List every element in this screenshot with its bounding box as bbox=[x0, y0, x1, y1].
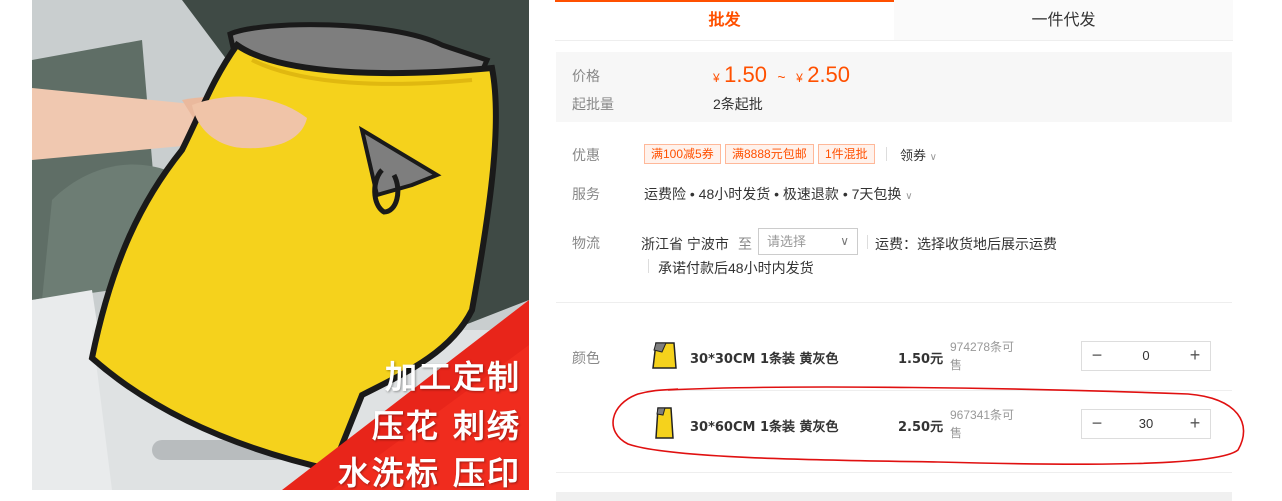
decrease-button[interactable]: − bbox=[1082, 342, 1112, 370]
sku-color-label: 颜色 bbox=[572, 350, 600, 366]
price-range: ¥ 1.50 ~ ¥ 2.50 bbox=[713, 62, 850, 88]
increase-button[interactable]: + bbox=[1180, 410, 1210, 438]
ship-to-label: 至 bbox=[738, 236, 752, 252]
product-detail-page: 加工定制 压花 刺绣 水洗标 压印 批发 一件代发 价格 ¥ 1.50 ~ ¥ … bbox=[0, 0, 1282, 501]
towel-thumbnail-icon bbox=[646, 405, 682, 441]
coupon-mixed-batch[interactable]: 1件混批 bbox=[818, 144, 875, 164]
get-coupon-button[interactable]: 领券 ∨ bbox=[900, 145, 937, 164]
sku-stock: 967341条可售 bbox=[950, 408, 1015, 440]
price-box: 价格 ¥ 1.50 ~ ¥ 2.50 起批量 2条起批 bbox=[556, 52, 1232, 122]
price-max: 2.50 bbox=[807, 62, 851, 87]
quantity-stepper: − 30 + bbox=[1081, 409, 1211, 439]
decrease-button[interactable]: − bbox=[1082, 410, 1112, 438]
shipping-promise: 承诺付款后48小时内发货 bbox=[658, 260, 814, 276]
service-terms-text: 运费险 • 48小时发货 • 极速退款 • 7天包换 bbox=[644, 186, 902, 202]
quantity-input[interactable]: 0 bbox=[1112, 342, 1180, 370]
sku-name: 30*30CM 1条装 黄灰色 bbox=[690, 352, 839, 367]
tab-wholesale[interactable]: 批发 bbox=[555, 0, 894, 40]
divider bbox=[886, 147, 887, 161]
moq-value: 2条起批 bbox=[713, 96, 763, 112]
promo-text-customize: 加工定制 bbox=[384, 358, 521, 396]
coupon-100-off-5[interactable]: 满100减5券 bbox=[644, 144, 721, 164]
price-separator: ~ bbox=[777, 69, 786, 85]
price-label: 价格 bbox=[572, 68, 600, 84]
divider bbox=[867, 235, 868, 249]
promo-text-embroidery: 压花 刺绣 bbox=[371, 407, 521, 445]
logistics-label: 物流 bbox=[572, 235, 600, 251]
offers-label: 优惠 bbox=[572, 147, 600, 163]
purchase-mode-tabs: 批发 一件代发 bbox=[555, 0, 1233, 41]
chevron-down-icon: ∨ bbox=[929, 152, 937, 163]
moq-label: 起批量 bbox=[572, 96, 614, 112]
currency-symbol: ¥ bbox=[796, 71, 803, 85]
quantity-stepper: − 0 + bbox=[1081, 341, 1211, 371]
section-divider bbox=[556, 302, 1232, 303]
chevron-down-icon: ∨ bbox=[840, 234, 849, 248]
service-terms[interactable]: 运费险 • 48小时发货 • 极速退款 • 7天包换 ∨ bbox=[644, 184, 913, 204]
section-divider bbox=[556, 472, 1232, 473]
sku-name: 30*60CM 1条装 黄灰色 bbox=[690, 420, 839, 435]
service-label: 服务 bbox=[572, 186, 600, 202]
sku-row: 30*60CM 1条装 黄灰色 2.50元 967341条可售 − 30 + bbox=[640, 392, 1232, 458]
product-image[interactable]: 加工定制 压花 刺绣 水洗标 压印 bbox=[32, 0, 529, 490]
divider bbox=[648, 259, 649, 273]
sku-price: 2.50元 bbox=[898, 420, 944, 435]
chevron-down-icon: ∨ bbox=[905, 191, 913, 202]
coupon-free-shipping[interactable]: 满8888元包邮 bbox=[725, 144, 814, 164]
destination-select[interactable]: 请选择 ∨ bbox=[758, 228, 858, 255]
sku-row-divider bbox=[640, 390, 1232, 391]
sku-row: 30*30CM 1条装 黄灰色 1.50元 974278条可售 − 0 + bbox=[640, 324, 1232, 390]
destination-placeholder: 请选择 bbox=[767, 234, 807, 249]
sku-stock: 974278条可售 bbox=[950, 340, 1015, 372]
currency-symbol: ¥ bbox=[713, 71, 720, 85]
increase-button[interactable]: + bbox=[1180, 342, 1210, 370]
freight-info: 运费：选择收货地后展示运费 bbox=[875, 236, 1057, 252]
ship-origin: 浙江省 宁波市 bbox=[641, 236, 729, 252]
tab-dropshipping[interactable]: 一件代发 bbox=[894, 0, 1233, 40]
get-coupon-label: 领券 bbox=[900, 148, 927, 163]
next-section-bar bbox=[556, 492, 1232, 501]
sku-price: 1.50元 bbox=[898, 352, 944, 367]
promo-text-wash-label: 水洗标 压印 bbox=[337, 454, 521, 490]
quantity-input[interactable]: 30 bbox=[1112, 410, 1180, 438]
price-min: 1.50 bbox=[724, 62, 767, 87]
towel-thumbnail-icon bbox=[646, 338, 682, 374]
